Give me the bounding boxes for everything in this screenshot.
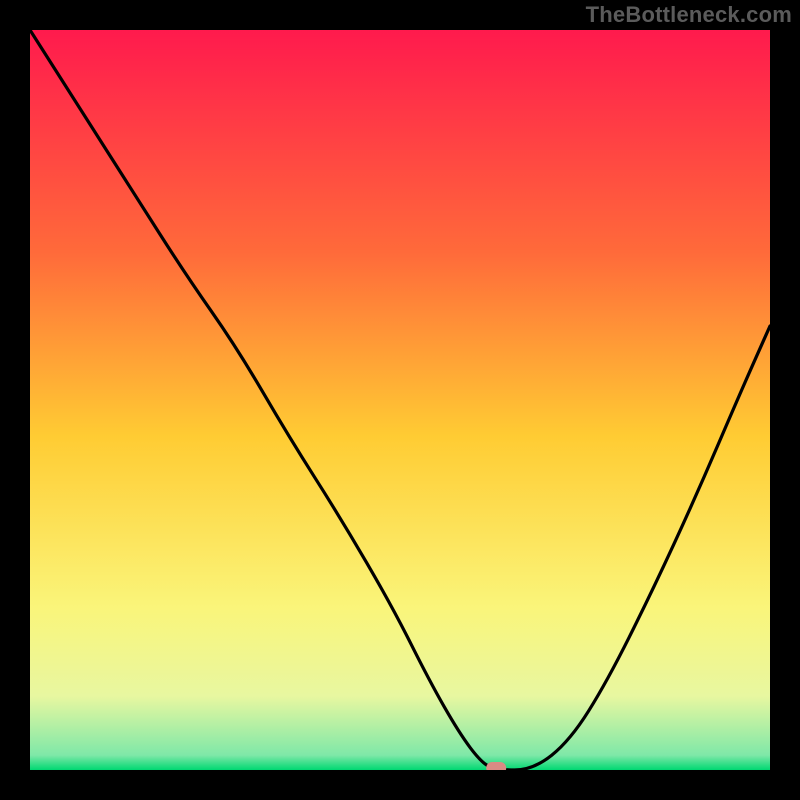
- plot-area: [30, 30, 770, 770]
- chart-svg: [30, 30, 770, 770]
- optimal-marker: [486, 762, 506, 770]
- gradient-background: [30, 30, 770, 770]
- watermark-text: TheBottleneck.com: [586, 2, 792, 28]
- chart-frame: TheBottleneck.com: [0, 0, 800, 800]
